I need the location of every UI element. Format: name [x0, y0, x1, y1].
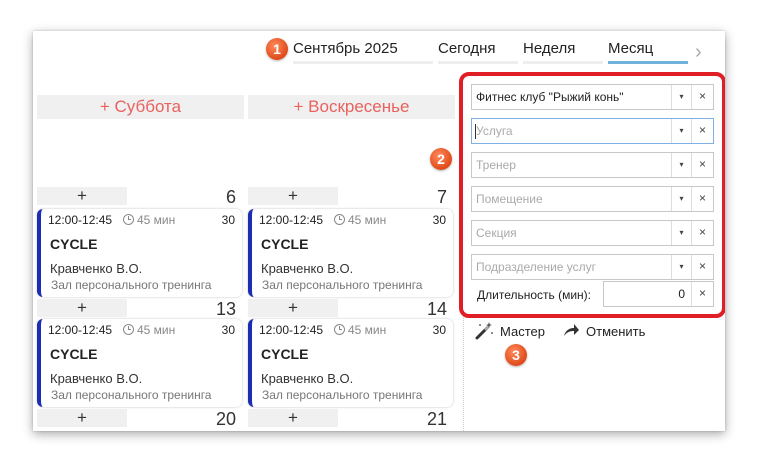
add-event-button[interactable]: + — [248, 187, 338, 205]
event-title: CYCLE — [50, 236, 98, 252]
date-number: 6 — [225, 187, 236, 207]
clear-icon[interactable]: × — [691, 282, 713, 306]
clear-icon[interactable]: × — [691, 221, 713, 245]
add-event-button[interactable]: + — [248, 409, 338, 427]
event-title: CYCLE — [50, 346, 98, 362]
room-select[interactable]: Помещение ▾ × — [471, 186, 714, 212]
date-number: 7 — [436, 187, 447, 207]
event-duration: 45 мин — [123, 323, 175, 337]
event-room: Зал персонального тренинга — [51, 388, 212, 402]
scheduler-window: 1 Сентябрь 2025 Сегодня Неделя Месяц › +… — [33, 31, 725, 431]
clear-icon[interactable]: × — [691, 153, 713, 177]
club-select-value: Фитнес клуб "Рыжий конь" — [476, 90, 624, 104]
magic-wand-icon[interactable] — [474, 321, 494, 341]
clock-icon — [123, 214, 134, 225]
event-duration-text: 45 мин — [348, 213, 387, 227]
duration-value: 0 — [678, 287, 685, 301]
chevron-down-icon[interactable]: ▾ — [671, 187, 691, 211]
event-title: CYCLE — [261, 236, 309, 252]
room-placeholder: Помещение — [476, 192, 543, 206]
event-card[interactable]: 12:00-12:45 45 мин 30 CYCLE Кравченко В.… — [248, 209, 453, 297]
week-view-button[interactable]: Неделя — [523, 40, 603, 64]
event-duration: 45 мин — [334, 323, 386, 337]
add-event-button[interactable]: + — [248, 299, 338, 317]
duration-label: Длительность (мин): — [477, 288, 592, 302]
today-button[interactable]: Сегодня — [438, 40, 518, 64]
add-sunday-button[interactable]: + Воскресенье — [248, 95, 455, 119]
section-select[interactable]: Секция ▾ × — [471, 220, 714, 246]
chevron-down-icon[interactable]: ▾ — [671, 85, 691, 109]
date-number: 21 — [426, 409, 447, 429]
event-capacity: 30 — [432, 323, 446, 337]
date-number: 13 — [215, 299, 236, 319]
event-time: 12:00-12:45 — [48, 213, 113, 227]
event-time: 12:00-12:45 — [259, 323, 324, 337]
clock-icon — [123, 324, 134, 335]
event-capacity: 30 — [221, 323, 235, 337]
clock-icon — [334, 324, 345, 335]
event-title: CYCLE — [261, 346, 309, 362]
event-trainer: Кравченко В.О. — [261, 261, 354, 276]
event-trainer: Кравченко В.О. — [261, 371, 354, 386]
event-capacity: 30 — [432, 213, 446, 227]
step-badge-3: 3 — [505, 344, 527, 366]
event-duration: 45 мин — [123, 213, 175, 227]
date-number: 14 — [426, 299, 447, 319]
trainer-select[interactable]: Тренер ▾ × — [471, 152, 714, 178]
event-room: Зал персонального тренинга — [262, 388, 423, 402]
event-capacity: 30 — [221, 213, 235, 227]
event-trainer: Кравченко В.О. — [50, 261, 143, 276]
division-select[interactable]: Подразделение услуг ▾ × — [471, 254, 714, 280]
event-duration-text: 45 мин — [348, 323, 387, 337]
event-room: Зал персонального тренинга — [51, 278, 212, 292]
add-event-button[interactable]: + — [37, 299, 127, 317]
date-number: 20 — [215, 409, 236, 429]
event-duration: 45 мин — [334, 213, 386, 227]
event-card[interactable]: 12:00-12:45 45 мин 30 CYCLE Кравченко В.… — [37, 209, 242, 297]
current-month-label: Сентябрь 2025 — [293, 40, 433, 64]
event-time: 12:00-12:45 — [48, 323, 113, 337]
month-view-button[interactable]: Месяц — [608, 40, 688, 64]
step-badge-1: 1 — [266, 38, 288, 60]
trainer-placeholder: Тренер — [476, 158, 516, 172]
event-time: 12:00-12:45 — [259, 213, 324, 227]
add-event-button[interactable]: + — [37, 409, 127, 427]
chevron-right-icon[interactable]: › — [695, 41, 702, 64]
add-saturday-button[interactable]: + Суббота — [37, 95, 244, 119]
division-placeholder: Подразделение услуг — [476, 260, 597, 274]
club-select[interactable]: Фитнес клуб "Рыжий конь" ▾ × — [471, 84, 714, 110]
service-placeholder: Услуга — [476, 124, 513, 138]
wizard-button[interactable]: Мастер — [500, 324, 545, 339]
event-duration-text: 45 мин — [137, 213, 176, 227]
event-card[interactable]: 12:00-12:45 45 мин 30 CYCLE Кравченко В.… — [37, 319, 242, 407]
event-room: Зал персонального тренинга — [262, 278, 423, 292]
event-trainer: Кравченко В.О. — [50, 371, 143, 386]
chevron-down-icon[interactable]: ▾ — [671, 255, 691, 279]
duration-input[interactable]: 0 × — [603, 281, 714, 307]
chevron-down-icon[interactable]: ▾ — [671, 119, 691, 143]
event-duration-text: 45 мин — [137, 323, 176, 337]
clear-icon[interactable]: × — [691, 85, 713, 109]
section-placeholder: Секция — [476, 226, 517, 240]
clear-icon[interactable]: × — [691, 255, 713, 279]
chevron-down-icon[interactable]: ▾ — [671, 153, 691, 177]
cancel-button[interactable]: Отменить — [586, 324, 645, 339]
clear-icon[interactable]: × — [691, 187, 713, 211]
chevron-down-icon[interactable]: ▾ — [671, 221, 691, 245]
event-card[interactable]: 12:00-12:45 45 мин 30 CYCLE Кравченко В.… — [248, 319, 453, 407]
filter-panel: Фитнес клуб "Рыжий конь" ▾ × Услуга ▾ × … — [459, 72, 725, 318]
clear-icon[interactable]: × — [691, 119, 713, 143]
step-badge-2: 2 — [430, 148, 452, 170]
undo-arrow-icon[interactable] — [562, 323, 580, 339]
add-event-button[interactable]: + — [37, 187, 127, 205]
clock-icon — [334, 214, 345, 225]
service-select[interactable]: Услуга ▾ × — [471, 118, 714, 144]
